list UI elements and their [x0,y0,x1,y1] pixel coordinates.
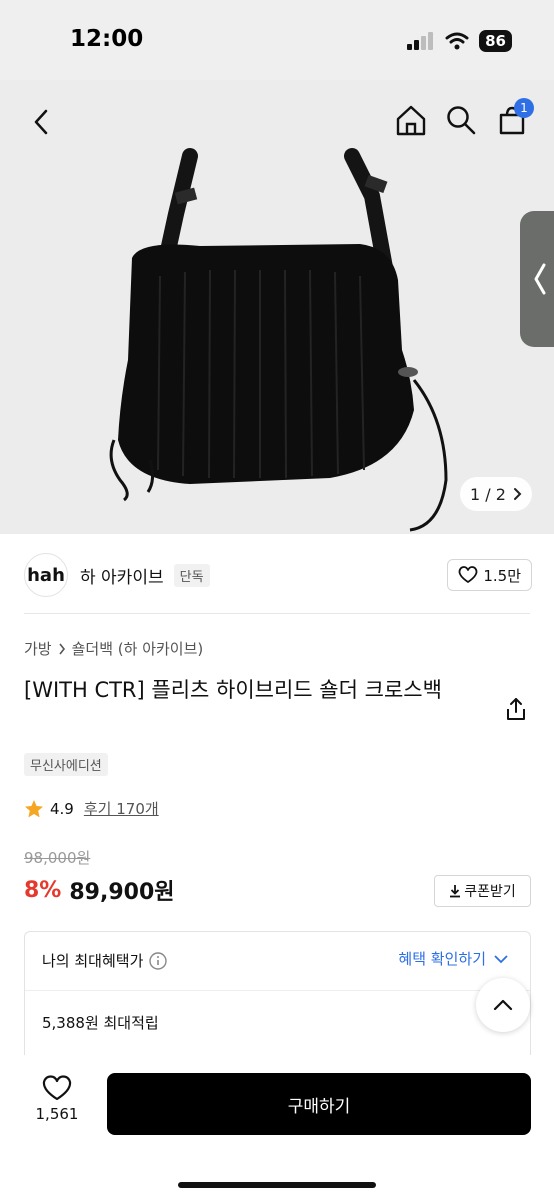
share-icon [507,698,525,720]
wifi-icon [445,32,469,50]
product-title: [WITH CTR] 플리츠 하이브리드 숄더 크로스백 [24,678,442,702]
rating-score: 4.9 [50,799,74,818]
chevron-right-icon [58,643,65,654]
max-points: 5,388원 최대적립 [42,1014,159,1032]
battery-level: 86 [479,30,512,52]
price-row: 8% 89,900원 [24,874,175,906]
breadcrumb: 가방 숄더백 (하 아카이브) [24,638,203,659]
benefit-check-link[interactable]: 혜택 확인하기 [398,948,508,969]
brand-logo[interactable]: hah [24,553,68,597]
divider [24,613,530,614]
image-pager-text: 1 / 2 [470,484,506,504]
reviews-link[interactable]: 후기 170개 [84,798,159,819]
buy-button[interactable]: 구매하기 [107,1073,531,1135]
heart-icon [42,1075,72,1101]
chevron-right-icon [513,488,522,500]
heart-icon [458,566,478,583]
star-icon [25,799,43,817]
cart-button[interactable]: 1 [496,98,534,136]
home-button[interactable] [394,102,428,138]
home-indicator [178,1182,376,1188]
breadcrumb-subcategory[interactable]: 숄더백 (하 아카이브) [72,638,204,659]
benefit-check-label: 혜택 확인하기 [398,950,486,968]
brand-name[interactable]: 하 아카이브 [80,563,164,588]
status-bar: 12:00 86 [0,0,554,80]
benefit-heading-text: 나의 최대혜택가 [42,952,144,970]
benefit-box: 나의 최대혜택가 혜택 확인하기 5,388원 최대적립 [24,931,531,1061]
bottom-action-bar: 1,561 구매하기 [0,1055,554,1200]
benefit-heading: 나의 최대혜택가 [42,950,168,971]
wishlist-button[interactable]: 1,561 [30,1075,84,1123]
brand-like-button[interactable]: 1.5만 [447,559,532,591]
exclusive-tag: 단독 [173,563,210,587]
info-icon[interactable] [149,951,168,970]
wishlist-count: 1,561 [35,1105,79,1123]
home-icon [396,105,426,136]
edition-chip: 무신사에디션 [24,753,108,776]
sale-price: 89,900원 [69,880,175,905]
discount-rate: 8% [24,877,62,903]
chevron-left-icon [34,109,48,135]
share-button[interactable] [505,697,527,725]
back-button[interactable] [24,102,58,142]
side-panel-handle[interactable] [520,211,554,347]
cart-count-badge: 1 [514,98,534,118]
coupon-label: 쿠폰받기 [464,884,516,900]
coupon-button[interactable]: 쿠폰받기 [434,875,531,907]
product-photo [109,148,448,532]
brand-like-count: 1.5만 [483,566,521,585]
breadcrumb-category[interactable]: 가방 [24,638,52,659]
product-image-gallery[interactable]: 1 1 / 2 [0,80,554,534]
brand-row[interactable]: hah 하 아카이브 단독 1.5만 [24,552,532,598]
download-icon [450,885,461,898]
cellular-signal-icon [407,32,434,50]
original-price: 98,000원 [24,849,91,867]
benefit-divider [25,990,530,991]
status-icons: 86 [407,30,512,52]
chevron-down-icon [494,954,508,963]
search-icon [447,106,476,135]
scroll-to-top-button[interactable] [476,978,530,1032]
image-pager[interactable]: 1 / 2 [460,477,532,511]
status-time: 12:00 [70,26,144,52]
search-button[interactable] [444,102,478,138]
chevron-up-icon [493,999,513,1011]
chevron-left-icon [534,263,546,295]
rating-row: 4.9 후기 170개 [24,798,159,819]
